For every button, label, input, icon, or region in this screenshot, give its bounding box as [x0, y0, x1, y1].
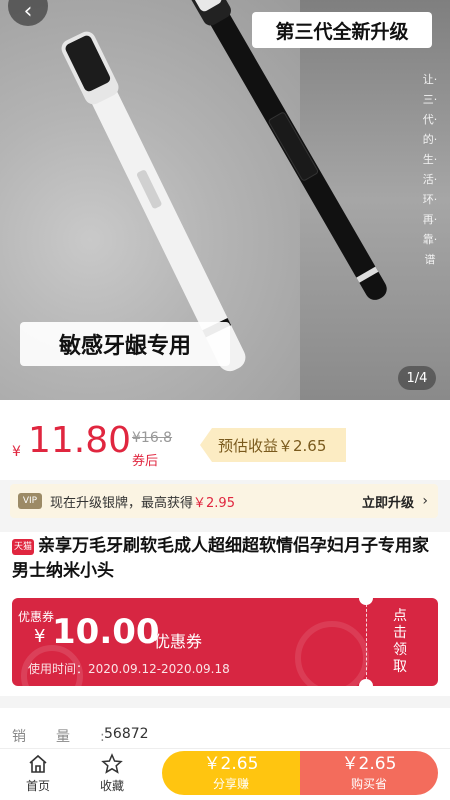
current-price: 11.80	[28, 420, 132, 461]
coupon-notch-bottom	[359, 679, 373, 686]
home-tab[interactable]: 首页	[8, 749, 68, 800]
buy-price: ￥2.65	[341, 754, 397, 774]
share-price: ￥2.65	[203, 754, 259, 774]
upgrade-amount: ￥2.95	[193, 495, 235, 511]
image-caption: 敏感牙龈专用	[20, 322, 230, 366]
image-pager: 1/4	[398, 366, 436, 390]
chevron-right-icon: ›	[422, 493, 428, 509]
sales-value: 56872	[104, 726, 149, 742]
home-label: 首页	[25, 779, 50, 793]
upgrade-now-link[interactable]: 立即升级	[362, 492, 414, 511]
price-section: ¥ 11.80 ¥16.8 券后 预估收益￥2.65	[0, 400, 450, 480]
coupon-amount: 10.00	[52, 612, 160, 652]
product-detail-page: ‹ 第三代全新升级 让·三·代·的·生·活·环·再·靠·谱 敏感牙龈专用 1/4…	[0, 0, 450, 800]
product-title-section: 天猫 亲享万毛牙刷软毛成人超细超软情侣孕妇月子专用家男士纳米小头	[0, 532, 450, 590]
tmall-icon: 天猫	[12, 539, 34, 555]
coupon-card[interactable]: 优惠券 ¥ 10.00 优惠券 使用时间：2020.09.12-2020.09.…	[12, 598, 438, 686]
home-icon	[29, 754, 47, 773]
coupon-unit: 优惠券	[154, 632, 203, 651]
side-slogan: 让·三·代·的·生·活·环·再·靠·谱	[422, 73, 438, 266]
sales-section: 销量: 56872	[0, 708, 450, 748]
coupon-currency: ¥	[34, 626, 46, 647]
coupon-period: 使用时间：2020.09.12-2020.09.18	[28, 662, 230, 676]
product-title: 天猫 亲享万毛牙刷软毛成人超细超软情侣孕妇月子专用家男士纳米小头	[12, 534, 438, 584]
coupon-section: 优惠券 ¥ 10.00 优惠券 使用时间：2020.09.12-2020.09.…	[0, 590, 450, 696]
upgrade-text-prefix: 现在升级银牌，最高获得	[50, 495, 194, 511]
vip-icon: VIP	[18, 493, 42, 509]
star-icon	[101, 753, 123, 774]
buy-label: 购买省	[350, 777, 387, 791]
buy-save-button[interactable]: ￥2.65 购买省	[300, 751, 438, 795]
after-coupon-label: 券后	[132, 454, 159, 469]
favorite-label: 收藏	[99, 779, 124, 793]
product-title-text: 亲享万毛牙刷软毛成人超细超软情侣孕妇月子专用家男士纳米小头	[12, 536, 429, 581]
share-earn-button[interactable]: ￥2.65 分享赚	[162, 751, 300, 795]
currency-symbol: ¥	[12, 444, 21, 460]
claim-coupon-button[interactable]: 点击领取	[392, 608, 408, 676]
chevron-left-icon: ‹	[23, 0, 33, 24]
original-price: ¥16.8	[132, 430, 173, 446]
favorite-tab[interactable]: 收藏	[82, 749, 142, 800]
coupon-divider	[366, 604, 367, 680]
upgrade-text: 现在升级银牌，最高获得￥2.95	[50, 492, 235, 511]
share-label: 分享赚	[212, 777, 249, 791]
bottom-action-bar: 首页 收藏 ￥2.65 分享赚 ￥2.65 购买省	[0, 748, 450, 800]
product-image-carousel[interactable]: ‹ 第三代全新升级 让·三·代·的·生·活·环·再·靠·谱 敏感牙龈专用 1/4	[0, 0, 450, 400]
upgrade-banner[interactable]: VIP 现在升级银牌，最高获得￥2.95 立即升级 ›	[10, 484, 438, 518]
upgrade-badge: 第三代全新升级	[252, 12, 432, 48]
estimated-earnings-badge: 预估收益￥2.65	[200, 428, 346, 462]
